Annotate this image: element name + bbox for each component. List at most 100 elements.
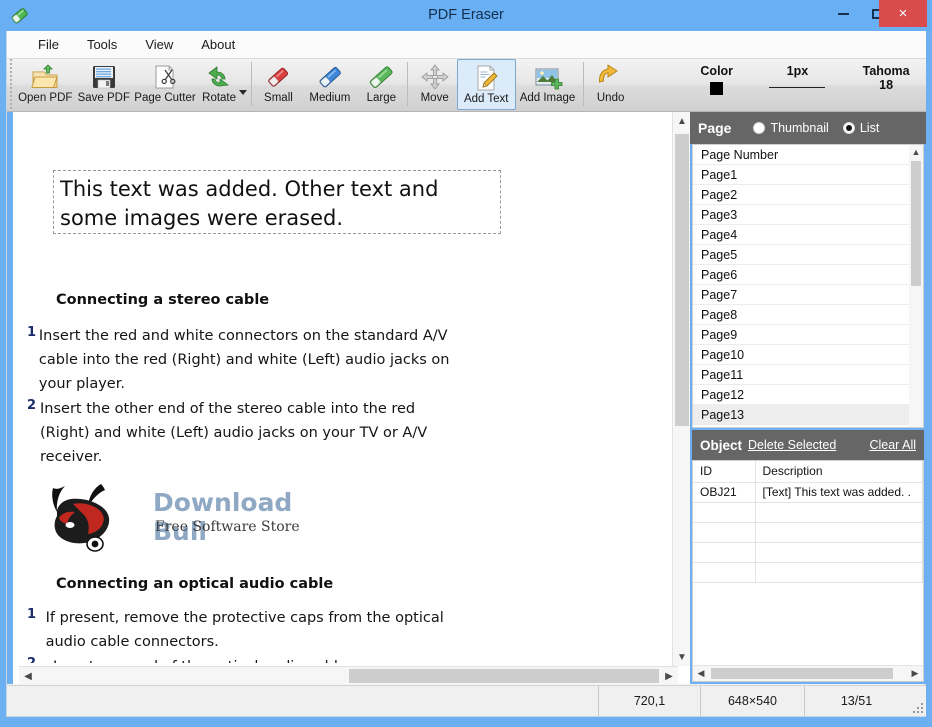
page-list-scrollbar[interactable]: ▲ [909, 145, 923, 427]
undo-label: Undo [596, 92, 625, 104]
page-list-item[interactable]: Page4 [693, 225, 923, 245]
viewer-vertical-scroll-thumb[interactable] [675, 134, 689, 426]
radio-list-icon[interactable] [842, 122, 855, 134]
page-list-item[interactable]: Page12 [693, 385, 923, 405]
page-list-item[interactable]: Page10 [693, 345, 923, 365]
viewer-horizontal-scrollbar[interactable]: ◀ ▶ [19, 666, 678, 684]
list-number: 2 [27, 398, 37, 413]
logo-title: Download Bull [153, 488, 293, 546]
undo-button[interactable]: Undo [588, 59, 632, 110]
stroke-width-picker[interactable]: 1px [749, 59, 847, 88]
eraser-small-label: Small [264, 92, 293, 104]
close-button[interactable]: × [879, 0, 927, 27]
page-list-column-header: Page Number [693, 145, 923, 165]
page-list-item[interactable]: Page3 [693, 205, 923, 225]
application-window: PDF Eraser × File Tools View About Open … [0, 0, 932, 727]
doc-list-item: 2 Insert one end of the optical audio ca… [27, 655, 457, 663]
object-table-row-empty[interactable] [693, 542, 923, 563]
object-scroll-thumb[interactable] [711, 668, 893, 679]
added-text-object[interactable]: This text was added. Other text and some… [53, 170, 501, 234]
page-list-item[interactable]: Page7 [693, 285, 923, 305]
window-title: PDF Eraser [428, 7, 504, 23]
page-list-scroll-up-icon[interactable]: ▲ [909, 145, 923, 159]
window-body: File Tools View About Open PDF Save PDF … [6, 31, 926, 717]
color-picker[interactable]: Color [685, 59, 749, 95]
page-list[interactable]: Page Number Page1 Page2 Page3 Page4 Page… [692, 144, 924, 428]
open-pdf-label: Open PDF [18, 92, 73, 104]
page-list-item[interactable]: Page9 [693, 325, 923, 345]
menu-item-about[interactable]: About [188, 34, 248, 55]
page-list-item-selected[interactable]: Page13 [693, 405, 923, 425]
page-list-item[interactable]: Page1 [693, 165, 923, 185]
resize-grip-icon[interactable] [908, 686, 926, 716]
page-list-item[interactable]: Page6 [693, 265, 923, 285]
view-mode-list[interactable]: List [842, 121, 879, 135]
scroll-down-icon[interactable]: ▼ [673, 648, 690, 666]
menu-item-tools[interactable]: Tools [74, 34, 130, 55]
object-scroll-right-icon[interactable]: ▶ [907, 666, 923, 681]
move-button[interactable]: Move [412, 59, 456, 110]
content-area: This text was added. Other text and some… [7, 112, 926, 684]
pdf-viewer[interactable]: This text was added. Other text and some… [7, 112, 690, 684]
bull-head-icon [52, 484, 110, 552]
page-cutter-button[interactable]: Page Cutter [133, 59, 197, 110]
viewer-horizontal-scroll-thumb[interactable] [349, 669, 659, 683]
view-mode-thumbnail[interactable]: Thumbnail [753, 121, 829, 135]
status-page-size: 648×540 [700, 686, 804, 716]
list-text: Insert one end of the optical audio cabl… [53, 655, 347, 663]
pdf-page-canvas[interactable]: This text was added. Other text and some… [13, 112, 673, 663]
scissors-page-icon [150, 62, 180, 92]
eraser-medium-button[interactable]: Medium [301, 59, 360, 110]
font-family-label: Tahoma [862, 64, 910, 78]
status-bar: 720,1 648×540 13/51 [7, 685, 926, 716]
object-list[interactable]: ID Description OBJ21 [Text] This text wa… [692, 460, 924, 682]
blue-eraser-icon [315, 62, 345, 92]
green-eraser-icon [366, 62, 396, 92]
page-list-item[interactable]: Page14 [693, 425, 923, 427]
object-table-header-row: ID Description [693, 461, 923, 483]
page-list-scroll-thumb[interactable] [911, 161, 921, 286]
doc-list-item: 1 Insert the red and white connectors on… [27, 324, 457, 396]
page-list-item[interactable]: Page5 [693, 245, 923, 265]
object-scroll-left-icon[interactable]: ◀ [693, 666, 709, 681]
radio-thumbnail-icon[interactable] [753, 122, 766, 134]
toolbar-separator [407, 62, 409, 106]
object-column-id: ID [693, 461, 756, 483]
delete-selected-link[interactable]: Delete Selected [748, 438, 836, 452]
add-image-icon [533, 62, 563, 92]
toolbar-grip[interactable] [7, 59, 16, 112]
menu-item-file[interactable]: File [25, 34, 72, 55]
open-pdf-button[interactable]: Open PDF [16, 59, 75, 110]
eraser-large-button[interactable]: Large [359, 59, 403, 110]
viewer-vertical-scrollbar[interactable]: ▲ ▼ [672, 112, 690, 666]
add-text-label: Add Text [463, 93, 509, 105]
eraser-small-button[interactable]: Small [256, 59, 300, 110]
object-table-row[interactable]: OBJ21 [Text] This text was added. . [693, 482, 923, 503]
page-list-item[interactable]: Page8 [693, 305, 923, 325]
add-image-button[interactable]: Add Image [516, 59, 580, 110]
menu-item-view[interactable]: View [132, 34, 186, 55]
scroll-left-icon[interactable]: ◀ [19, 667, 37, 684]
object-panel-title: Object [700, 437, 743, 453]
save-pdf-label: Save PDF [77, 92, 130, 104]
toolbar-separator [583, 62, 585, 106]
save-pdf-button[interactable]: Save PDF [75, 59, 134, 110]
object-table-row-empty[interactable] [693, 502, 923, 523]
scroll-up-icon[interactable]: ▲ [673, 112, 690, 130]
add-text-button[interactable]: Add Text [456, 59, 516, 110]
page-list-item[interactable]: Page2 [693, 185, 923, 205]
doc-heading-stereo: Connecting a stereo cable [56, 292, 270, 308]
clear-all-link[interactable]: Clear All [869, 438, 916, 452]
page-list-item[interactable]: Page11 [693, 365, 923, 385]
object-table-row-empty[interactable] [693, 562, 923, 583]
object-list-horizontal-scrollbar[interactable]: ◀ ▶ [693, 665, 923, 681]
add-image-label: Add Image [519, 92, 576, 104]
side-panel: Page Thumbnail List Page Number Page1 Pa… [690, 112, 926, 684]
list-number: 2 [27, 655, 53, 663]
rotate-button[interactable]: Rotate [197, 59, 241, 110]
font-picker[interactable]: Tahoma 18 [846, 59, 926, 92]
scroll-right-icon[interactable]: ▶ [660, 667, 678, 684]
status-coordinates: 720,1 [598, 686, 700, 716]
color-swatch[interactable] [710, 82, 724, 95]
object-table-row-empty[interactable] [693, 522, 923, 543]
